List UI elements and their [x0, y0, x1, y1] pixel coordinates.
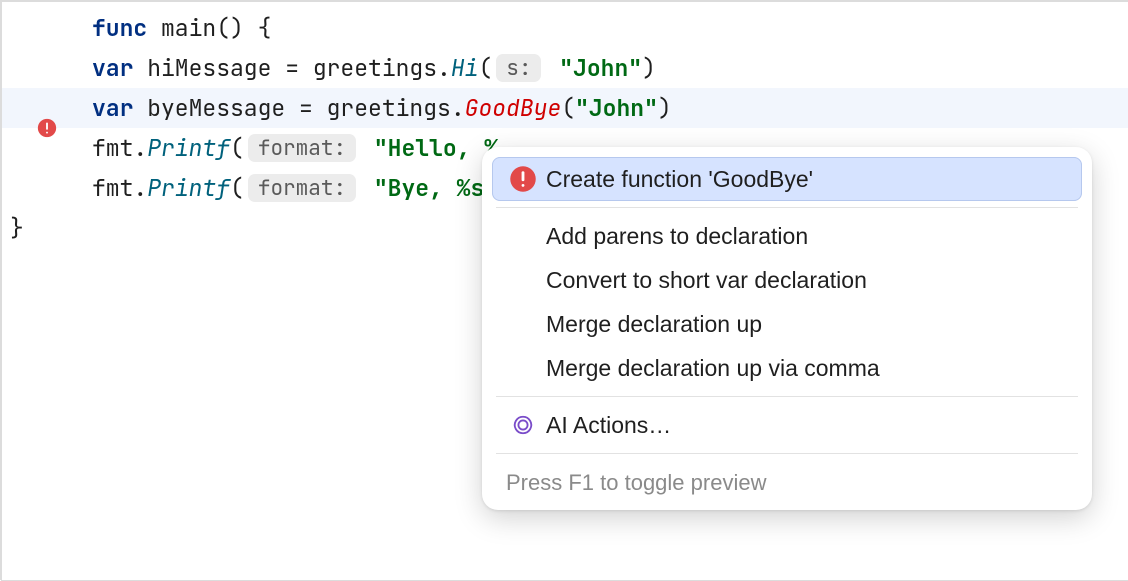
code-text: .: [451, 93, 465, 123]
func-call: Printf: [147, 173, 230, 203]
func-call: Hi: [451, 53, 479, 83]
param-hint: s:: [496, 54, 541, 82]
intention-item-merge-up[interactable]: Merge declaration up: [492, 302, 1082, 346]
intention-item-create-function[interactable]: Create function 'GoodBye': [492, 157, 1082, 201]
code-text: .: [133, 173, 147, 203]
code-text: (: [230, 173, 244, 203]
keyword: func: [92, 13, 147, 43]
error-func: GoodBye: [465, 93, 562, 123]
code-text: =: [285, 53, 313, 83]
string: "John": [545, 53, 642, 83]
code-text: }: [10, 213, 24, 243]
intention-item-ai-actions[interactable]: AI Actions…: [492, 403, 1082, 447]
intention-item-label: Create function 'GoodBye': [546, 166, 813, 193]
keyword: var: [92, 53, 133, 83]
intention-item-convert-short-var[interactable]: Convert to short var declaration: [492, 258, 1082, 302]
popup-footer-hint: Press F1 to toggle preview: [482, 460, 1092, 502]
intention-item-merge-up-comma[interactable]: Merge declaration up via comma: [492, 346, 1082, 390]
separator: [496, 207, 1078, 208]
intention-popup[interactable]: Create function 'GoodBye' Add parens to …: [482, 147, 1092, 510]
code-text: ): [642, 53, 656, 83]
param-hint: format:: [248, 174, 356, 202]
string: "Hello, %: [360, 133, 498, 163]
intention-item-label: Merge declaration up via comma: [546, 355, 880, 382]
code-text: .: [437, 53, 451, 83]
code-line[interactable]: var hiMessage = greetings . Hi ( s: "Joh…: [2, 48, 1128, 88]
ai-icon: [506, 414, 540, 436]
code-text: (: [230, 133, 244, 163]
intention-item-label: AI Actions…: [546, 412, 671, 439]
code-text: =: [299, 93, 327, 123]
code-line[interactable]: func main () {: [2, 8, 1128, 48]
gutter[interactable]: [2, 57, 92, 79]
code-text: .: [133, 133, 147, 163]
param-hint: format:: [248, 134, 356, 162]
code-text: ): [658, 93, 672, 123]
intention-item-label: Convert to short var declaration: [546, 267, 867, 294]
intention-item-label: Add parens to declaration: [546, 223, 808, 250]
code-text: (: [561, 93, 575, 123]
func-call: Printf: [147, 133, 230, 163]
func-name: main: [147, 13, 216, 43]
separator: [496, 453, 1078, 454]
intention-item-label: Merge declaration up: [546, 311, 762, 338]
code-editor[interactable]: func main () { var hiMessage = greetings…: [2, 2, 1128, 248]
string: "Bye, %s!: [360, 173, 498, 203]
string: "John": [575, 93, 658, 123]
intention-item-add-parens[interactable]: Add parens to declaration: [492, 214, 1082, 258]
separator: [496, 396, 1078, 397]
package: greetings: [327, 93, 451, 123]
identifier: hiMessage: [133, 53, 285, 83]
package: fmt: [92, 133, 133, 163]
error-bulb-icon[interactable]: [36, 57, 58, 79]
code-line-current[interactable]: var byeMessage = greetings . GoodBye ( "…: [2, 88, 1128, 128]
error-bulb-icon: [506, 162, 540, 196]
identifier: byeMessage: [133, 93, 299, 123]
code-text: () {: [216, 13, 271, 43]
code-text: (: [478, 53, 492, 83]
package: greetings: [313, 53, 437, 83]
